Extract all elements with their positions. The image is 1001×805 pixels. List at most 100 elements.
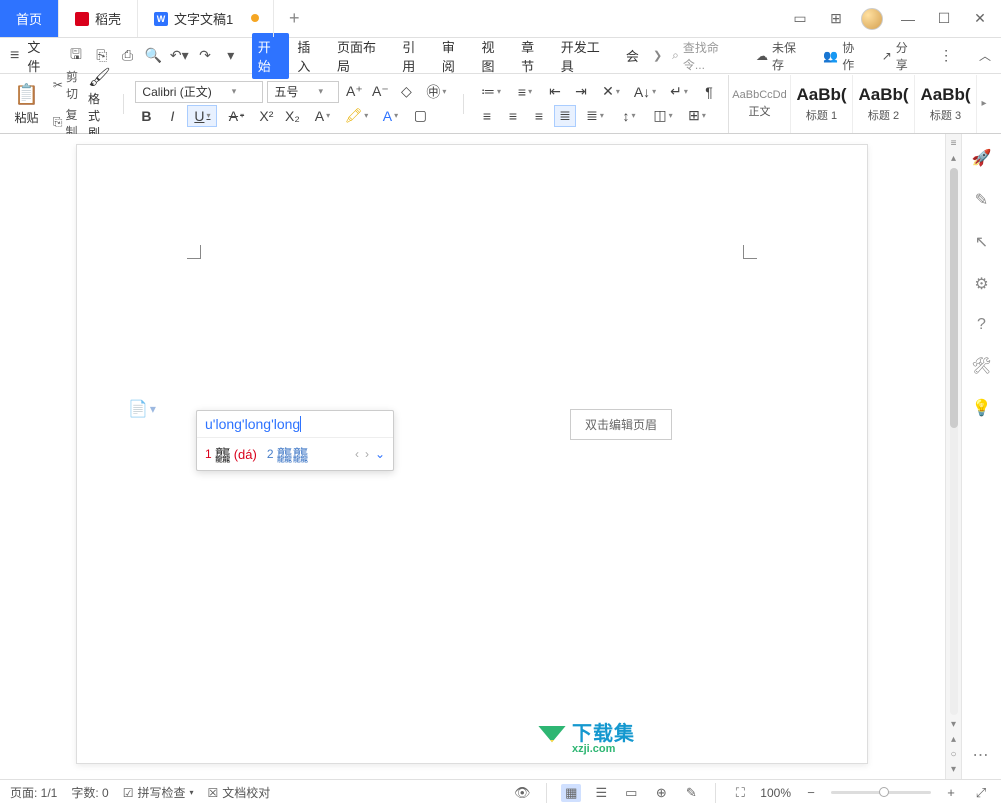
ime-candidate-window[interactable]: u'long'long'long 1龘(dá) 2龘龘 ‹›⌄ bbox=[196, 410, 394, 471]
web-view-icon[interactable]: ⊕ bbox=[651, 784, 671, 802]
collab-button[interactable]: 👥协作 bbox=[823, 39, 865, 73]
save-icon[interactable]: 🖫 bbox=[65, 45, 87, 67]
strikethrough-button[interactable]: A▾ bbox=[221, 105, 251, 127]
style-heading2[interactable]: AaBb(标题 2 bbox=[853, 75, 915, 133]
spellcheck-button[interactable]: ☑拼写检查▾ bbox=[123, 784, 194, 801]
align-justify-icon[interactable]: ≣ bbox=[554, 105, 576, 127]
print-icon[interactable]: ⎙ bbox=[117, 45, 139, 67]
close-button[interactable]: ✕ bbox=[969, 8, 991, 30]
scroll-top-icon[interactable]: ≡ bbox=[951, 138, 957, 149]
change-case-button[interactable]: A▾ bbox=[307, 105, 337, 127]
read-view-icon[interactable]: ▭ bbox=[621, 784, 641, 802]
char-border-button[interactable]: ▢ bbox=[409, 105, 431, 127]
layout-switch-icon[interactable]: ▭ bbox=[789, 8, 811, 30]
number-list-icon[interactable]: ≡▾ bbox=[510, 81, 540, 103]
focus-view-icon[interactable]: ✎ bbox=[681, 784, 701, 802]
scroll-thumb[interactable] bbox=[950, 168, 958, 428]
ime-candidate-2[interactable]: 2龘龘 bbox=[267, 442, 309, 466]
tab-review[interactable]: 审阅 bbox=[436, 33, 474, 79]
paste-button[interactable]: 📋 粘贴 bbox=[10, 80, 43, 128]
font-name-select[interactable]: Calibri (正文)▾ bbox=[135, 81, 263, 103]
tab-view[interactable]: 视图 bbox=[475, 33, 513, 79]
outline-view-icon[interactable]: ☰ bbox=[591, 784, 611, 802]
tab-layout[interactable]: 页面布局 bbox=[331, 33, 394, 79]
rocket-icon[interactable]: 🚀 bbox=[972, 148, 992, 168]
tools-icon[interactable]: 🛠 bbox=[971, 356, 991, 376]
header-edit-hint[interactable]: 双击编辑页眉 bbox=[570, 409, 672, 440]
redo-icon[interactable]: ↷ bbox=[194, 45, 216, 67]
zoom-out-button[interactable]: − bbox=[801, 784, 821, 802]
word-count[interactable]: 字数: 0 bbox=[71, 784, 108, 801]
menu-more-icon[interactable]: ⋮ bbox=[935, 45, 957, 67]
bold-button[interactable]: B bbox=[135, 105, 157, 127]
side-more-icon[interactable]: ⋯ bbox=[973, 745, 991, 765]
font-size-select[interactable]: 五号▾ bbox=[267, 81, 339, 103]
italic-button[interactable]: I bbox=[161, 105, 183, 127]
subscript-button[interactable]: X₂ bbox=[281, 105, 303, 127]
minimize-button[interactable]: — bbox=[897, 8, 919, 30]
next-page-icon[interactable]: ▾ bbox=[951, 764, 956, 775]
print-layout-icon[interactable]: ▦ bbox=[561, 784, 581, 802]
save-as-icon[interactable]: ⎘ bbox=[91, 45, 113, 67]
hamburger-icon[interactable]: ≡ bbox=[10, 47, 19, 65]
fit-width-icon[interactable]: ⛶ bbox=[730, 784, 750, 802]
show-marks-icon[interactable]: ¶ bbox=[698, 81, 720, 103]
apps-icon[interactable]: ⊞ bbox=[825, 8, 847, 30]
cut-button[interactable]: ✂剪切 bbox=[51, 67, 80, 103]
tabs-scroll-right-icon[interactable]: ❯ bbox=[647, 45, 668, 66]
vertical-scrollbar[interactable]: ≡ ▴ ▾ ▴ ○ ▾ bbox=[945, 134, 961, 779]
zoom-level[interactable]: 100% bbox=[760, 786, 791, 800]
line-break-icon[interactable]: ↵▾ bbox=[664, 81, 694, 103]
style-heading3[interactable]: AaBb(标题 3 bbox=[915, 75, 977, 133]
tab-chapter[interactable]: 章节 bbox=[515, 33, 553, 79]
page[interactable] bbox=[76, 144, 868, 764]
scroll-track[interactable] bbox=[950, 168, 958, 715]
style-heading1[interactable]: AaBb(标题 1 bbox=[791, 75, 853, 133]
collapse-ribbon-icon[interactable]: ︿ bbox=[979, 47, 991, 64]
text-direction-icon[interactable]: ✕▾ bbox=[596, 81, 626, 103]
tab-home[interactable]: 首页 bbox=[0, 0, 59, 37]
font-color-button[interactable]: A▾ bbox=[375, 105, 405, 127]
idea-icon[interactable]: 💡 bbox=[972, 398, 992, 418]
highlight-button[interactable]: 🖍▾ bbox=[341, 105, 371, 127]
distribute-icon[interactable]: ≣▾ bbox=[580, 105, 610, 127]
pencil-icon[interactable]: ✎ bbox=[975, 190, 988, 210]
zoom-in-button[interactable]: + bbox=[941, 784, 961, 802]
superscript-button[interactable]: X² bbox=[255, 105, 277, 127]
clear-format-icon[interactable]: ◇ bbox=[395, 81, 417, 103]
decrease-indent-icon[interactable]: ⇤ bbox=[544, 81, 566, 103]
tab-references[interactable]: 引用 bbox=[396, 33, 434, 79]
help-icon[interactable]: ? bbox=[977, 316, 986, 334]
paragraph-tool[interactable]: 📄▾ bbox=[128, 399, 156, 419]
undo-icon[interactable]: ↶▾ bbox=[168, 45, 190, 67]
shading-icon[interactable]: ◫▾ bbox=[648, 105, 678, 127]
align-left-icon[interactable]: ≡ bbox=[476, 105, 498, 127]
align-right-icon[interactable]: ≡ bbox=[528, 105, 550, 127]
file-menu[interactable]: 文件 bbox=[27, 37, 53, 75]
tab-start[interactable]: 开始 bbox=[252, 33, 290, 79]
line-spacing-icon[interactable]: ↕▾ bbox=[614, 105, 644, 127]
page-indicator[interactable]: 页面: 1/1 bbox=[10, 784, 57, 801]
proofread-button[interactable]: ☒文档校对 bbox=[208, 784, 271, 801]
share-button[interactable]: ↗分享 bbox=[882, 39, 920, 73]
eye-icon[interactable]: 👁 bbox=[512, 784, 532, 802]
tab-docer[interactable]: 稻壳 bbox=[59, 0, 138, 37]
maximize-button[interactable]: ☐ bbox=[933, 8, 955, 30]
settings-sliders-icon[interactable]: ⚙ bbox=[974, 274, 988, 294]
avatar[interactable] bbox=[861, 8, 883, 30]
more-quick-icon[interactable]: ▾ bbox=[220, 45, 242, 67]
align-center-icon[interactable]: ≡ bbox=[502, 105, 524, 127]
print-preview-icon[interactable]: 🔍 bbox=[143, 45, 165, 67]
grow-font-icon[interactable]: A⁺ bbox=[343, 81, 365, 103]
style-normal[interactable]: AaBbCcDd正文 bbox=[729, 75, 791, 133]
underline-button[interactable]: U▾ bbox=[187, 105, 217, 127]
zoom-slider[interactable] bbox=[831, 791, 931, 794]
ime-candidate-1[interactable]: 1龘(dá) bbox=[205, 442, 257, 466]
command-search[interactable]: ⌕查找命令... bbox=[672, 39, 740, 73]
styles-more-icon[interactable]: ▸ bbox=[977, 75, 991, 133]
tab-dev[interactable]: 开发工具 bbox=[555, 33, 618, 79]
ime-expand-icon[interactable]: ⌄ bbox=[375, 447, 385, 461]
goto-icon[interactable]: ○ bbox=[950, 749, 956, 760]
unsaved-button[interactable]: ☁未保存 bbox=[756, 39, 807, 73]
tab-member[interactable]: 会 bbox=[620, 42, 645, 69]
